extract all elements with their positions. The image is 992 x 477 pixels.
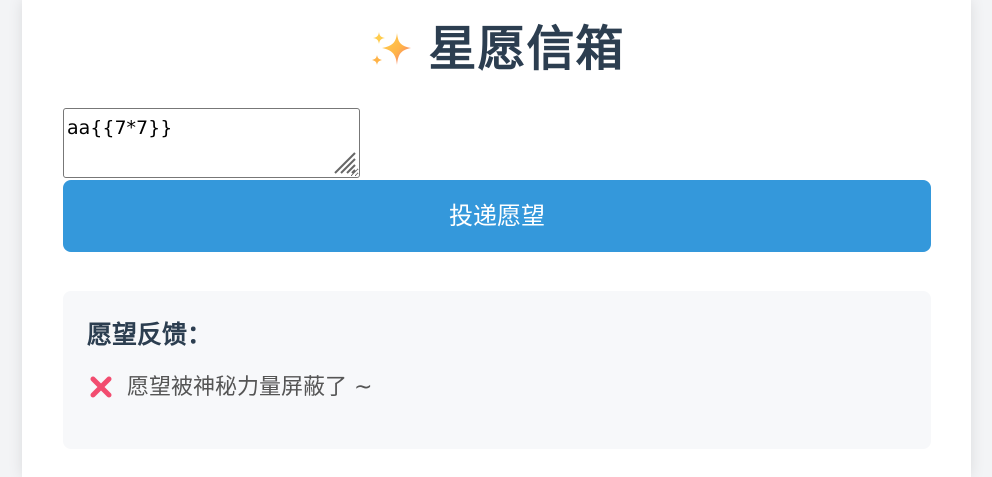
feedback-title: 愿望反馈： (87, 320, 213, 349)
page-background: 星愿信箱 投递愿望 愿望反馈： 愿望被神秘力量屏蔽了 ~ (0, 0, 992, 477)
submit-wish-button[interactable]: 投递愿望 (63, 180, 931, 252)
wish-input[interactable] (63, 108, 360, 178)
page-header: 星愿信箱 (22, 20, 971, 78)
cross-icon (87, 374, 115, 402)
page-title: 星愿信箱 (428, 21, 625, 77)
main-card: 星愿信箱 投递愿望 愿望反馈： 愿望被神秘力量屏蔽了 ~ (22, 0, 971, 477)
feedback-message-row: 愿望被神秘力量屏蔽了 ~ (87, 371, 372, 405)
sparkle-icon (368, 26, 414, 72)
feedback-message: 愿望被神秘力量屏蔽了 ~ (127, 375, 373, 400)
feedback-panel: 愿望反馈： 愿望被神秘力量屏蔽了 ~ (63, 291, 931, 449)
